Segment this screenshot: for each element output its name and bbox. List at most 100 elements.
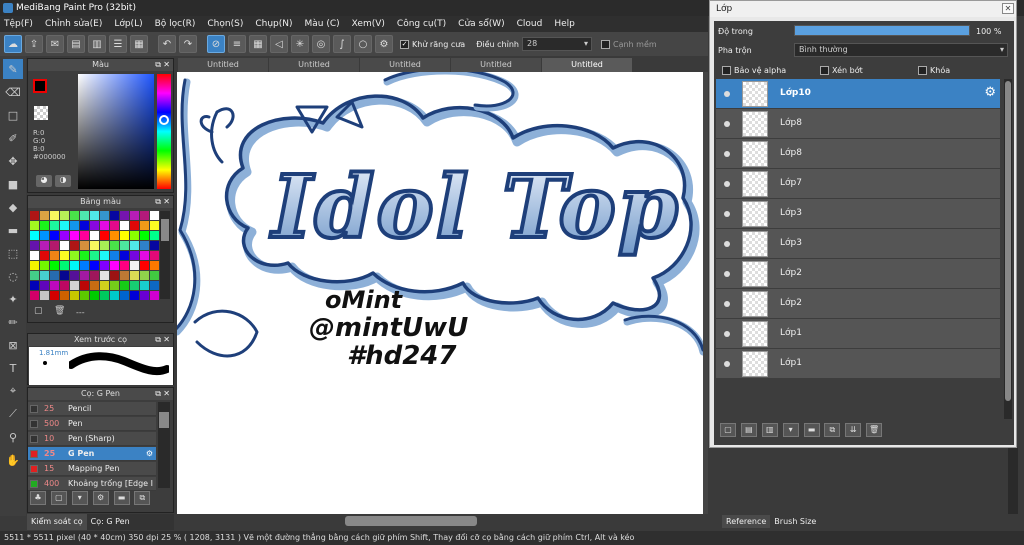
trash-icon[interactable]: 🗑: [866, 423, 883, 437]
new-layer-icon[interactable]: ▢: [720, 423, 736, 437]
right-scrollbar[interactable]: [1008, 448, 1018, 514]
palette-swatch[interactable]: [120, 281, 129, 290]
popout-icon[interactable]: ⧉: [155, 388, 161, 400]
menu-tools[interactable]: Công cụ(T): [397, 19, 446, 29]
saturation-value-square[interactable]: [78, 74, 154, 189]
palette-swatch[interactable]: [130, 261, 139, 270]
visibility-icon[interactable]: [724, 301, 730, 307]
palette-swatch[interactable]: [90, 211, 99, 220]
palette-swatch[interactable]: [150, 251, 159, 260]
palette-swatch[interactable]: [110, 281, 119, 290]
palette-swatch[interactable]: [70, 261, 79, 270]
palette-swatch[interactable]: [40, 221, 49, 230]
palette-swatch[interactable]: [140, 271, 149, 280]
palette-swatch[interactable]: [120, 271, 129, 280]
correction-select[interactable]: 28 ▾: [521, 37, 592, 51]
palette-swatch[interactable]: [80, 231, 89, 240]
palette-swatch[interactable]: [60, 231, 69, 240]
palette-swatch[interactable]: [90, 271, 99, 280]
menu-color[interactable]: Màu (C): [305, 19, 340, 29]
palette-swatch[interactable]: [50, 271, 59, 280]
palette-swatch[interactable]: [110, 211, 119, 220]
tab-reference[interactable]: Reference: [722, 515, 771, 528]
palette-swatch[interactable]: [80, 211, 89, 220]
palette-swatch[interactable]: [50, 211, 59, 220]
visibility-icon[interactable]: [724, 121, 730, 127]
palette-swatch[interactable]: [130, 251, 139, 260]
palette-swatch[interactable]: [110, 271, 119, 280]
palette-swatch[interactable]: [140, 261, 149, 270]
palette-swatch[interactable]: [130, 231, 139, 240]
palette-swatch[interactable]: [150, 231, 159, 240]
palette-swatch[interactable]: [130, 281, 139, 290]
pen-tool-icon[interactable]: ✐: [3, 128, 23, 148]
visibility-icon[interactable]: [724, 361, 730, 367]
palette-swatch[interactable]: [30, 241, 39, 250]
palette-swatch[interactable]: [80, 291, 89, 300]
undo-icon[interactable]: ↶: [158, 35, 176, 53]
palette-swatch[interactable]: [50, 251, 59, 260]
settings-icon[interactable]: ⚙: [92, 491, 109, 505]
palette-swatch[interactable]: [110, 261, 119, 270]
palette-swatch[interactable]: [110, 291, 119, 300]
palette-swatch[interactable]: [120, 211, 129, 220]
popout-icon[interactable]: ⧉: [155, 334, 161, 346]
hue-handle[interactable]: [159, 115, 169, 125]
menu-cloud[interactable]: Cloud: [517, 19, 543, 29]
ellipse-snap-icon[interactable]: ○: [354, 35, 372, 53]
eraser-tool-icon[interactable]: ⌫: [3, 82, 23, 102]
page-icon[interactable]: ▥: [88, 35, 106, 53]
gear-icon[interactable]: ⚙: [375, 35, 393, 53]
palette-swatch[interactable]: [30, 271, 39, 280]
palette-swatch[interactable]: [30, 221, 39, 230]
brush-menu-icon[interactable]: ▾: [71, 491, 88, 505]
grid-icon[interactable]: ▦: [130, 35, 148, 53]
palette-swatch[interactable]: [70, 221, 79, 230]
palette-swatch[interactable]: [120, 291, 129, 300]
canvas-hscroll[interactable]: [177, 514, 703, 528]
tab-untitled-1[interactable]: Untitled: [178, 58, 268, 72]
visibility-icon[interactable]: [724, 211, 730, 217]
new-1bit-layer-icon[interactable]: ▥: [761, 423, 778, 437]
palette-swatch[interactable]: [30, 261, 39, 270]
palette-swatch[interactable]: [40, 281, 49, 290]
layer-row[interactable]: Lớp8: [716, 109, 1000, 139]
palette-swatch[interactable]: [90, 251, 99, 260]
palette-swatch[interactable]: [120, 221, 129, 230]
divide-tool-icon[interactable]: ⟋: [3, 404, 23, 424]
new-halftone-layer-icon[interactable]: ▤: [740, 423, 757, 437]
select-rect-icon[interactable]: ⬚: [3, 243, 23, 263]
palette-swatch[interactable]: [30, 281, 39, 290]
palette-swatch[interactable]: [70, 291, 79, 300]
new-brush-icon[interactable]: ▢: [50, 491, 67, 505]
brush-row[interactable]: 25 Pencil: [28, 402, 156, 416]
dot-tool-icon[interactable]: □: [3, 105, 23, 125]
palette-swatch[interactable]: [80, 241, 89, 250]
layer-window-titlebar[interactable]: Lớp ✕: [710, 1, 1016, 17]
palette-swatch[interactable]: [40, 271, 49, 280]
palette-swatch[interactable]: [100, 211, 109, 220]
palette-swatch[interactable]: [70, 281, 79, 290]
palette-scrollbar[interactable]: [160, 211, 170, 299]
layer-row[interactable]: Lớp8: [716, 139, 1000, 169]
visibility-icon[interactable]: [724, 331, 730, 337]
parallel-snap-icon[interactable]: ≡: [228, 35, 246, 53]
share-icon[interactable]: ⇪: [25, 35, 43, 53]
palette-swatch[interactable]: [100, 251, 109, 260]
visibility-icon[interactable]: [724, 151, 730, 157]
select-eraser-icon[interactable]: ⊠: [3, 335, 23, 355]
palette-swatch[interactable]: [90, 231, 99, 240]
palette-swatch[interactable]: [40, 251, 49, 260]
menu-layer[interactable]: Lớp(L): [114, 19, 142, 29]
palette-swatch[interactable]: [90, 291, 99, 300]
palette-swatch[interactable]: [40, 211, 49, 220]
palette-swatch[interactable]: [50, 291, 59, 300]
palette-swatch[interactable]: [110, 241, 119, 250]
palette-swatch[interactable]: [90, 241, 99, 250]
palette-swatch[interactable]: [30, 211, 39, 220]
palette-swatch[interactable]: [40, 261, 49, 270]
palette-swatch[interactable]: [150, 291, 159, 300]
menu-snap[interactable]: Chụp(N): [255, 19, 292, 29]
gear-icon[interactable]: ⚙: [984, 85, 996, 100]
tab-untitled-2[interactable]: Untitled: [269, 58, 359, 72]
